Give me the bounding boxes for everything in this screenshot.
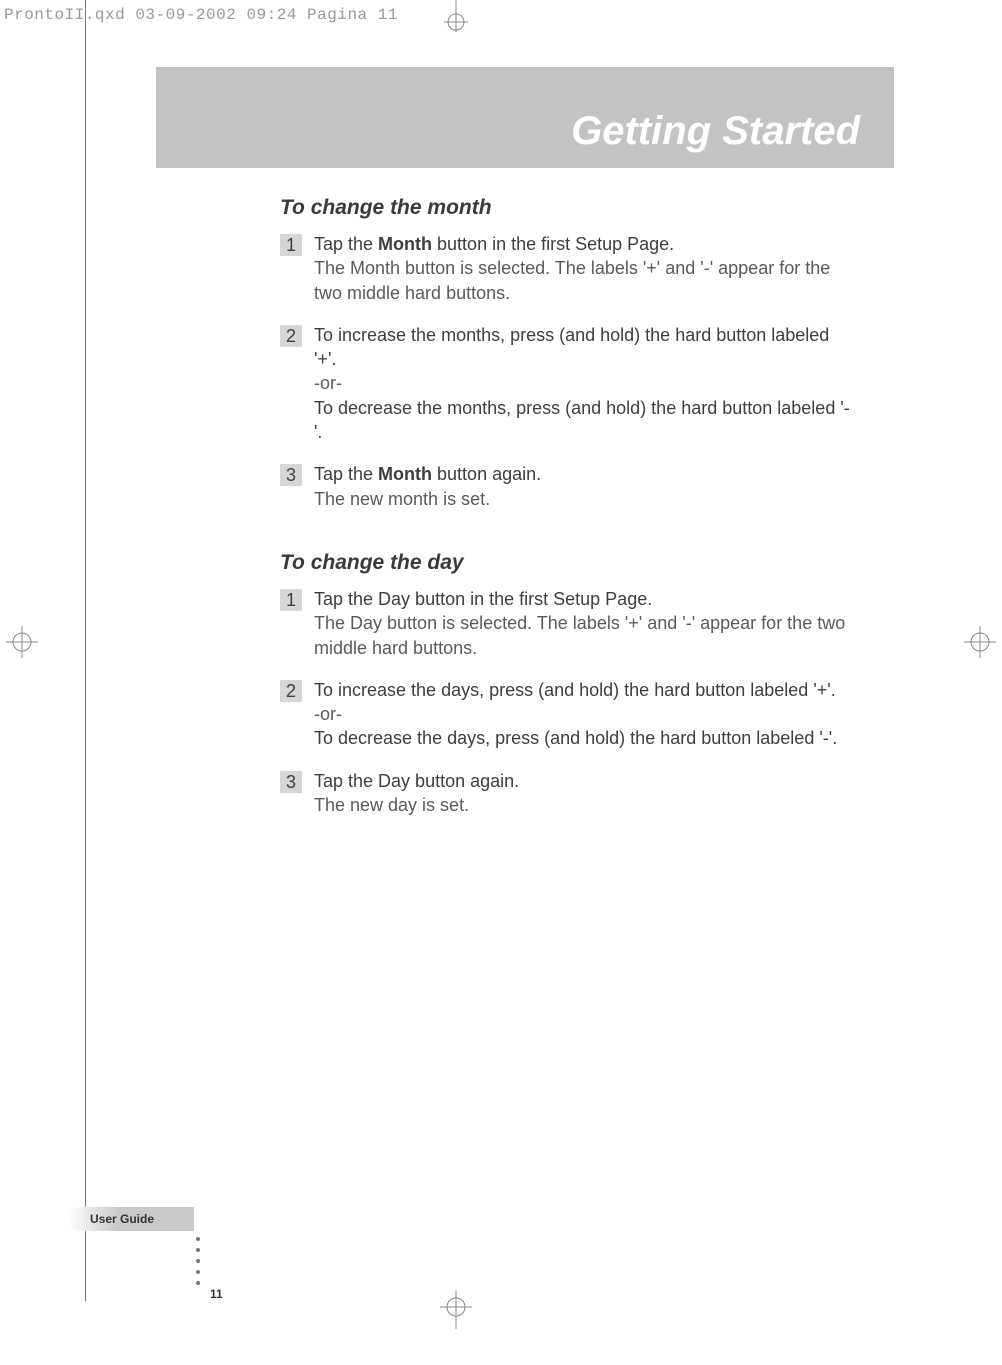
step-body: To increase the months, press (and hold)… <box>314 323 850 444</box>
step-number: 1 <box>280 234 302 256</box>
bold-text: Month <box>378 464 432 484</box>
step-number: 1 <box>280 589 302 611</box>
body-content: To change the month 1 Tap the Month butt… <box>280 190 850 835</box>
day-step-2: 2 To increase the days, press (and hold)… <box>280 678 850 751</box>
sub-text: The Month button is selected. The labels… <box>314 258 830 302</box>
text: To decrease the months, press (and hold)… <box>314 398 850 442</box>
text: button in the first Setup Page. <box>432 234 674 254</box>
text: Tap the Day button again. <box>314 771 519 791</box>
text: To increase the months, press (and hold)… <box>314 325 829 369</box>
or-text: -or- <box>314 373 342 393</box>
sub-text: The Day button is selected. The labels '… <box>314 613 845 657</box>
step-body: Tap the Day button again. The new day is… <box>314 769 850 818</box>
heading-change-month: To change the month <box>280 196 850 220</box>
month-step-1: 1 Tap the Month button in the first Setu… <box>280 232 850 305</box>
or-text: -or- <box>314 704 342 724</box>
crop-mark-left <box>0 620 44 664</box>
day-step-1: 1 Tap the Day button in the first Setup … <box>280 587 850 660</box>
step-number: 2 <box>280 680 302 702</box>
text: To increase the days, press (and hold) t… <box>314 680 836 700</box>
step-body: To increase the days, press (and hold) t… <box>314 678 850 751</box>
footer-dots <box>196 1237 268 1285</box>
footer: User Guide <box>68 1207 268 1285</box>
month-step-2: 2 To increase the months, press (and hol… <box>280 323 850 444</box>
heading-change-day: To change the day <box>280 551 850 575</box>
sub-text: The new month is set. <box>314 489 490 509</box>
step-number: 3 <box>280 771 302 793</box>
bold-text: Month <box>378 234 432 254</box>
user-guide-label: User Guide <box>68 1207 194 1231</box>
step-body: Tap the Day button in the first Setup Pa… <box>314 587 850 660</box>
step-body: Tap the Month button in the first Setup … <box>314 232 850 305</box>
sub-text: The new day is set. <box>314 795 469 815</box>
margin-rule <box>85 0 86 1301</box>
text: Tap the <box>314 234 378 254</box>
month-step-3: 3 Tap the Month button again. The new mo… <box>280 462 850 511</box>
day-step-3: 3 Tap the Day button again. The new day … <box>280 769 850 818</box>
crop-mark-bottom <box>434 1285 478 1329</box>
text: To decrease the days, press (and hold) t… <box>314 728 837 748</box>
step-number: 2 <box>280 325 302 347</box>
text: Tap the Day button in the first Setup Pa… <box>314 589 652 609</box>
page-number: 11 <box>210 1287 223 1301</box>
chapter-title: Getting Started <box>571 109 860 154</box>
crop-mark-right <box>958 620 1002 664</box>
text: Tap the <box>314 464 378 484</box>
step-number: 3 <box>280 464 302 486</box>
chapter-banner: Getting Started <box>156 67 894 168</box>
step-body: Tap the Month button again. The new mont… <box>314 462 850 511</box>
text: button again. <box>432 464 541 484</box>
